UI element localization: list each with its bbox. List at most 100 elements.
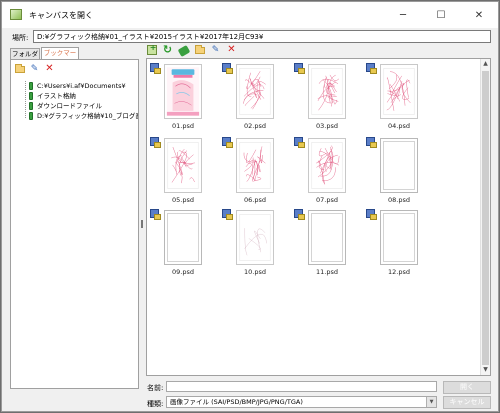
- bookmark-toolbar: ✎ ✕: [14, 63, 55, 75]
- file-thumbnail-item[interactable]: 07.psd: [291, 133, 363, 205]
- file-toolbar: ↻ ✎ ✕: [146, 43, 237, 57]
- file-preview: [308, 138, 346, 193]
- close-button[interactable]: ✕: [460, 2, 498, 28]
- psd-file-icon: [150, 137, 161, 148]
- bookmark-label: C:¥Users¥i.af¥Documents¥: [37, 82, 126, 90]
- psd-file-icon: [366, 63, 377, 74]
- bookmark-item[interactable]: D:¥グラフィック格納¥10_ブログ画像: [28, 111, 138, 121]
- panel-splitter[interactable]: [141, 220, 143, 228]
- file-thumbnail-item[interactable]: 11.psd: [291, 205, 363, 277]
- file-type-select[interactable]: 画像ファイル (SAI/PSD/BMP/JPG/PNG/TGA) ▼: [166, 396, 437, 408]
- psd-file-icon: [222, 209, 233, 220]
- app-icon: [10, 9, 22, 20]
- minimize-button[interactable]: ─: [384, 2, 422, 28]
- location-label: 場所:: [12, 34, 29, 42]
- psd-file-icon: [222, 137, 233, 148]
- file-preview: [164, 210, 202, 265]
- cancel-button[interactable]: キャンセル: [443, 396, 491, 409]
- file-name: 09.psd: [172, 268, 194, 276]
- bookmark-label: D:¥グラフィック格納¥10_ブログ画像: [37, 112, 138, 120]
- file-thumbnail-item[interactable]: 01.psd: [147, 59, 219, 131]
- bookmark-item[interactable]: ダウンロードファイル: [28, 101, 138, 111]
- new-folder-icon: [146, 43, 157, 55]
- file-name: 11.psd: [316, 268, 338, 276]
- pencil-icon[interactable]: ✎: [29, 63, 40, 74]
- bookmark-label: ダウンロードファイル: [37, 102, 102, 110]
- folder-button[interactable]: [14, 63, 25, 74]
- file-name: 10.psd: [244, 268, 266, 276]
- psd-file-icon: [366, 137, 377, 148]
- open-folder-button[interactable]: [194, 44, 205, 55]
- delete-icon[interactable]: ✕: [226, 44, 237, 55]
- psd-file-icon: [366, 209, 377, 220]
- type-label: 種類:: [147, 400, 164, 408]
- window-title: キャンバスを開く: [29, 11, 93, 20]
- file-name: 06.psd: [244, 196, 266, 204]
- file-thumbnail-item[interactable]: 06.psd: [219, 133, 291, 205]
- file-type-value: 画像ファイル (SAI/PSD/BMP/JPG/PNG/TGA): [170, 398, 303, 406]
- bookmark-tag-icon: [177, 44, 190, 57]
- psd-file-icon: [150, 209, 161, 220]
- bookmark-label: イラスト格納: [37, 92, 76, 100]
- file-name: 01.psd: [172, 122, 194, 130]
- chevron-down-icon: ▼: [426, 397, 436, 407]
- file-thumbnail-item[interactable]: 08.psd: [363, 133, 435, 205]
- file-name: 12.psd: [388, 268, 410, 276]
- open-button[interactable]: 開く: [443, 381, 491, 394]
- file-preview: [380, 138, 418, 193]
- file-thumbnail-item[interactable]: 10.psd: [219, 205, 291, 277]
- bookmark-icon: [29, 102, 33, 110]
- file-thumbnail-item[interactable]: 09.psd: [147, 205, 219, 277]
- folder-icon: [14, 64, 25, 73]
- bookmark-icon: [29, 82, 33, 90]
- bookmark-add-button[interactable]: [177, 44, 190, 57]
- file-thumbnail-item[interactable]: 03.psd: [291, 59, 363, 131]
- maximize-button[interactable]: ☐: [422, 2, 460, 28]
- file-preview: [236, 64, 274, 119]
- refresh-icon[interactable]: ↻: [162, 44, 173, 55]
- file-name: 02.psd: [244, 122, 266, 130]
- bookmark-item[interactable]: C:¥Users¥i.af¥Documents¥: [28, 81, 138, 91]
- file-name: 05.psd: [172, 196, 194, 204]
- bookmark-item[interactable]: イラスト格納: [28, 91, 138, 101]
- file-preview: [236, 210, 274, 265]
- location-input[interactable]: D:¥グラフィック格納¥01_イラスト¥2015イラスト¥2017年12月C93…: [33, 30, 491, 43]
- bookmark-icon: [29, 92, 33, 100]
- bookmark-list: C:¥Users¥i.af¥Documents¥ イラスト格納 ダウンロードファ…: [28, 81, 138, 121]
- title-bar: キャンバスを開く ─ ☐ ✕: [2, 2, 498, 28]
- folder-icon: [194, 45, 205, 54]
- psd-file-icon: [294, 209, 305, 220]
- file-preview: [380, 210, 418, 265]
- scrollbar-thumb[interactable]: [482, 71, 489, 365]
- file-name: 07.psd: [316, 196, 338, 204]
- file-grid: 01.psd 02.psd 03.psd 04.psd 05.psd 06.psd 07.p…: [146, 58, 491, 376]
- file-thumbnail-item[interactable]: 05.psd: [147, 133, 219, 205]
- file-thumbnail-item[interactable]: 02.psd: [219, 59, 291, 131]
- file-thumbnail-item[interactable]: 04.psd: [363, 59, 435, 131]
- psd-file-icon: [222, 63, 233, 74]
- name-input[interactable]: [166, 381, 437, 392]
- file-preview: [380, 64, 418, 119]
- psd-file-icon: [294, 63, 305, 74]
- psd-file-icon: [150, 63, 161, 74]
- delete-icon[interactable]: ✕: [44, 63, 55, 74]
- new-folder-button[interactable]: [146, 43, 157, 55]
- scroll-down-icon[interactable]: ▼: [481, 365, 490, 375]
- file-preview: [308, 64, 346, 119]
- file-name: 08.psd: [388, 196, 410, 204]
- file-preview: [164, 138, 202, 193]
- bookmark-panel: ✎ ✕ C:¥Users¥i.af¥Documents¥ イラスト格納 ダウンロ…: [10, 59, 139, 389]
- vertical-scrollbar[interactable]: ▲ ▼: [480, 59, 490, 375]
- pencil-icon[interactable]: ✎: [210, 44, 221, 55]
- bookmark-icon: [29, 112, 33, 120]
- open-canvas-dialog: キャンバスを開く ─ ☐ ✕ 場所: D:¥グラフィック格納¥01_イラスト¥2…: [1, 1, 499, 412]
- psd-file-icon: [294, 137, 305, 148]
- tree-line: [25, 81, 26, 118]
- file-preview: [308, 210, 346, 265]
- file-preview: [236, 138, 274, 193]
- name-label: 名前:: [147, 384, 164, 392]
- file-thumbnail-item[interactable]: 12.psd: [363, 205, 435, 277]
- file-name: 04.psd: [388, 122, 410, 130]
- scroll-up-icon[interactable]: ▲: [481, 59, 490, 69]
- file-preview: [164, 64, 202, 119]
